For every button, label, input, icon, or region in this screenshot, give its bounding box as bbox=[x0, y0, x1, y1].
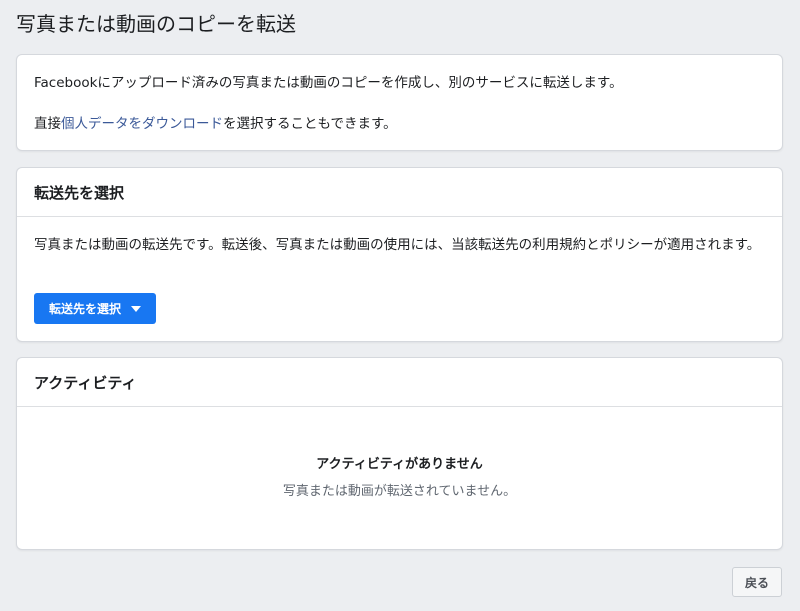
intro-description: Facebookにアップロード済みの写真または動画のコピーを作成し、別のサービス… bbox=[34, 75, 623, 91]
activity-heading: アクティビティ bbox=[34, 374, 137, 392]
choose-destination-button[interactable]: 転送先を選択 bbox=[34, 293, 156, 324]
activity-card-header: アクティビティ bbox=[17, 358, 782, 407]
download-info-prefix: 直接 bbox=[34, 116, 61, 132]
empty-state-subtitle: 写真または動画が転送されていません。 bbox=[282, 484, 517, 499]
download-your-information-link[interactable]: 個人データをダウンロード bbox=[61, 116, 223, 132]
page-title: 写真または動画のコピーを転送 bbox=[16, 12, 296, 36]
download-info-suffix: を選択することもできます。 bbox=[223, 116, 397, 132]
destination-card-header: 転送先を選択 bbox=[17, 168, 782, 217]
caret-down-icon bbox=[131, 306, 141, 312]
choose-destination-label: 転送先を選択 bbox=[48, 302, 121, 316]
destination-card: 転送先を選択 写真または動画の転送先です。転送後、写真または動画の使用には、当該… bbox=[16, 167, 783, 342]
page: 写真または動画のコピーを転送 Facebookにアップロード済みの写真または動画… bbox=[0, 0, 800, 611]
destination-description: 写真または動画の転送先です。転送後、写真または動画の使用には、当該転送先の利用規… bbox=[34, 237, 761, 253]
empty-state-title: アクティビティがありません bbox=[316, 457, 483, 472]
intro-card: Facebookにアップロード済みの写真または動画のコピーを作成し、別のサービス… bbox=[16, 54, 783, 151]
activity-card: アクティビティ アクティビティがありません 写真または動画が転送されていません。 bbox=[16, 357, 783, 550]
destination-heading: 転送先を選択 bbox=[34, 184, 125, 202]
back-button[interactable]: 戻る bbox=[732, 567, 782, 597]
download-info-line: 直接個人データをダウンロードを選択することもできます。 bbox=[34, 115, 397, 133]
